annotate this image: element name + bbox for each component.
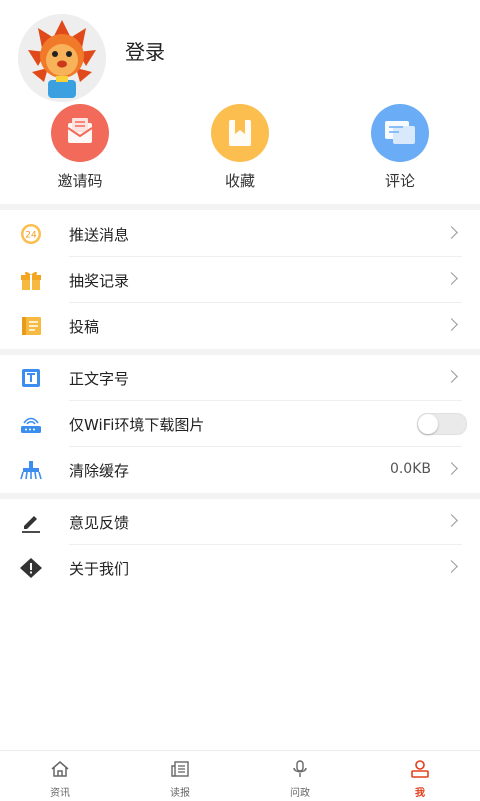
push-24-icon: 24: [19, 223, 43, 245]
menu-item-feedback[interactable]: 意见反馈: [0, 499, 480, 545]
chevron-right-icon: [445, 272, 458, 285]
menu-item-label: 推送消息: [69, 226, 130, 244]
chevron-right-icon: [445, 560, 458, 573]
chevron-right-icon: [445, 462, 458, 475]
comments-button[interactable]: 评论: [320, 104, 480, 194]
invite-code-label: 邀请码: [57, 172, 103, 190]
menu-item-lottery-records[interactable]: 抽奖记录: [0, 257, 480, 303]
pen-icon: [19, 511, 43, 533]
menu-item-clear-cache[interactable]: 清除缓存 0.0KB: [0, 447, 480, 493]
tab-news[interactable]: 资讯: [0, 751, 120, 801]
invite-code-button[interactable]: 邀请码: [0, 104, 160, 194]
tab-label: 问政: [290, 788, 310, 799]
menu-item-about-us[interactable]: 关于我们: [0, 545, 480, 591]
user-icon: [411, 760, 429, 778]
menu-item-label: 仅WiFi环境下载图片: [69, 416, 205, 434]
wifi-router-icon: [19, 413, 43, 435]
chevron-right-icon: [445, 226, 458, 239]
favorites-label: 收藏: [224, 172, 255, 190]
lion-mascot-icon: [18, 14, 106, 102]
chevron-right-icon: [445, 318, 458, 331]
comment-icon: [371, 104, 429, 162]
avatar[interactable]: [18, 14, 106, 102]
invite-envelope-icon: [51, 104, 109, 162]
tab-label: 读报: [170, 788, 190, 799]
menu-item-push-messages[interactable]: 24 推送消息: [0, 211, 480, 257]
cache-size-value: 0.0KB: [389, 461, 431, 477]
chevron-right-icon: [445, 370, 458, 383]
font-size-icon: [19, 367, 43, 389]
tab-me[interactable]: 我: [360, 751, 480, 801]
favorites-button[interactable]: 收藏: [160, 104, 320, 194]
section-divider: [0, 204, 480, 210]
menu-item-wifi-only-images: 仅WiFi环境下载图片: [0, 401, 480, 447]
menu-item-submission[interactable]: 投稿: [0, 303, 480, 349]
wifi-only-toggle[interactable]: [417, 413, 467, 435]
gift-icon: [19, 269, 43, 291]
menu-item-label: 抽奖记录: [69, 272, 130, 290]
tab-inquiry[interactable]: 问政: [240, 751, 360, 801]
chevron-right-icon: [445, 514, 458, 527]
menu-item-label: 意见反馈: [69, 514, 130, 532]
tab-label: 我: [415, 788, 425, 799]
menu-item-font-size[interactable]: 正文字号: [0, 355, 480, 401]
menu-item-label: 清除缓存: [69, 462, 130, 480]
tab-newspaper[interactable]: 读报: [120, 751, 240, 801]
bookmark-icon: [211, 104, 269, 162]
comments-label: 评论: [384, 172, 415, 190]
profile-header: 登录: [0, 0, 480, 102]
info-diamond-icon: [19, 557, 43, 579]
bottom-tab-bar: 资讯 读报 问政 我: [0, 750, 480, 801]
home-icon: [51, 761, 69, 777]
broom-icon: [19, 459, 43, 481]
login-link[interactable]: 登录: [125, 36, 165, 65]
svg-text:24: 24: [25, 231, 37, 241]
tab-label: 资讯: [50, 788, 70, 799]
menu-item-label: 投稿: [69, 318, 100, 336]
newspaper-icon: [171, 761, 189, 777]
menu-item-label: 正文字号: [69, 370, 130, 388]
notebook-icon: [19, 315, 43, 337]
microphone-icon: [293, 760, 307, 777]
menu-item-label: 关于我们: [69, 560, 130, 578]
toggle-knob: [418, 414, 438, 434]
